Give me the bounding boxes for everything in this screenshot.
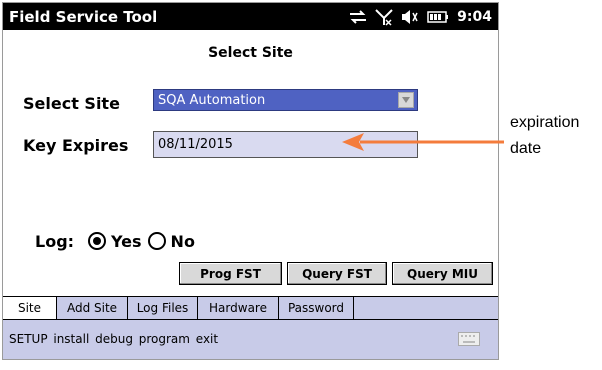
log-options: Log: Yes No (35, 229, 201, 253)
menu-bar: SETUP install debug program exit (3, 320, 498, 359)
log-no-label: No (170, 231, 195, 251)
annotation-line-1: expiration (510, 114, 580, 131)
query-fst-button[interactable]: Query FST (287, 262, 387, 285)
tab-hardware[interactable]: Hardware (198, 297, 279, 319)
select-site-label: Select Site (23, 94, 120, 113)
key-expires-label: Key Expires (23, 136, 129, 155)
annotation-line-2: date (510, 140, 542, 157)
log-yes-label: Yes (111, 231, 142, 251)
clock: 9:04 (457, 9, 492, 25)
tab-site[interactable]: Site (3, 297, 57, 319)
tab-password[interactable]: Password (279, 297, 354, 319)
device-screen: Field Service Tool 9:04 Select Site Sele… (2, 2, 499, 360)
tab-bar: Site Add Site Log Files Hardware Passwor… (3, 296, 498, 320)
radio-selected-dot (93, 237, 102, 245)
keyboard-icon[interactable] (458, 332, 480, 351)
log-label: Log: (35, 231, 75, 251)
sync-icon (349, 10, 367, 24)
prog-fst-button[interactable]: Prog FST (179, 262, 282, 285)
no-signal-icon (375, 8, 393, 26)
app-title: Field Service Tool (9, 8, 158, 26)
tab-add-site[interactable]: Add Site (57, 297, 128, 319)
menu-commands[interactable]: SETUP install debug program exit (9, 332, 218, 346)
tab-log-files[interactable]: Log Files (128, 297, 198, 319)
site-dropdown[interactable]: SQA Automation (153, 89, 418, 111)
battery-icon (427, 11, 449, 23)
annotation-arrow (342, 133, 504, 151)
log-no-radio[interactable] (147, 232, 166, 250)
page-title: Select Site (208, 45, 293, 61)
dropdown-arrow-icon[interactable] (398, 92, 414, 108)
site-dropdown-value: SQA Automation (158, 93, 266, 108)
annotation-text: expiration date (510, 110, 579, 162)
query-miu-button[interactable]: Query MIU (392, 262, 493, 285)
volume-icon[interactable] (401, 9, 419, 25)
title-bar: Field Service Tool 9:04 (3, 3, 498, 30)
log-yes-radio[interactable] (88, 232, 107, 250)
status-icons: 9:04 (349, 6, 492, 28)
